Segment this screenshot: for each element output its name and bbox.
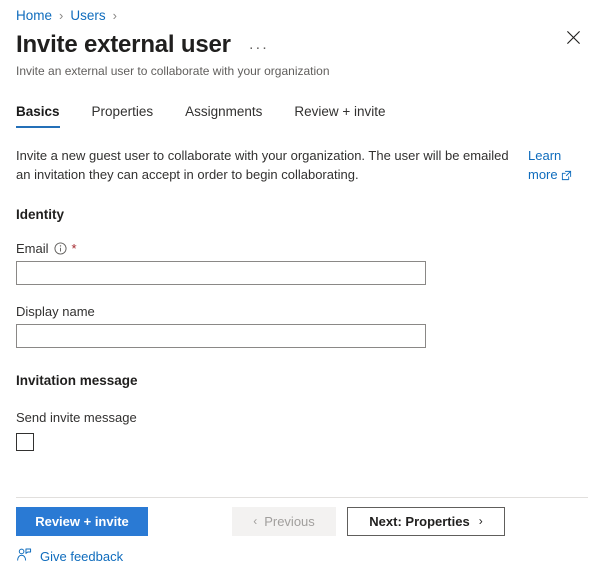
external-link-icon xyxy=(561,167,572,186)
close-icon xyxy=(566,30,580,44)
title-row: Invite external user ··· xyxy=(0,24,598,60)
learn-more-label: Learn more xyxy=(528,148,562,182)
more-options-ellipsis-icon[interactable]: ··· xyxy=(245,37,273,58)
tab-properties[interactable]: Properties xyxy=(92,104,154,128)
display-name-label: Display name xyxy=(16,304,95,319)
chevron-left-icon: ‹ xyxy=(253,514,258,528)
next-properties-button[interactable]: Next: Properties › xyxy=(347,506,505,536)
send-invite-message-label: Send invite message xyxy=(16,410,137,425)
section-heading-invitation-message: Invitation message xyxy=(16,373,138,388)
footer-action-bar: Review + invite ‹ Previous Next: Propert… xyxy=(0,505,598,566)
breadcrumb: Home › Users › xyxy=(0,0,598,24)
display-name-input[interactable] xyxy=(16,324,426,348)
email-input[interactable] xyxy=(16,261,426,285)
tab-bar: Basics Properties Assignments Review + i… xyxy=(0,98,598,128)
send-invite-message-checkbox[interactable] xyxy=(16,433,34,451)
field-email: Email * xyxy=(16,241,582,285)
close-button[interactable] xyxy=(556,20,590,54)
email-label: Email xyxy=(16,241,49,256)
footer-divider xyxy=(16,497,588,498)
display-name-label-row: Display name xyxy=(16,304,582,319)
tab-review-invite[interactable]: Review + invite xyxy=(294,104,385,128)
field-send-invite-message: Send invite message xyxy=(16,410,582,451)
tab-basics[interactable]: Basics xyxy=(16,104,60,128)
required-indicator: * xyxy=(71,241,77,256)
tab-assignments[interactable]: Assignments xyxy=(185,104,262,128)
next-button-label: Next: Properties xyxy=(369,513,470,529)
breadcrumb-separator: › xyxy=(59,7,64,23)
give-feedback-label: Give feedback xyxy=(40,549,124,564)
breadcrumb-item-home[interactable]: Home xyxy=(16,8,52,23)
intro-row: Invite a new guest user to collaborate w… xyxy=(16,146,582,186)
page-subtitle: Invite an external user to collaborate w… xyxy=(16,64,330,78)
previous-button[interactable]: ‹ Previous xyxy=(232,506,336,536)
footer-button-row: Review + invite ‹ Previous Next: Propert… xyxy=(16,505,598,537)
review-invite-button[interactable]: Review + invite xyxy=(16,506,148,536)
intro-description: Invite a new guest user to collaborate w… xyxy=(16,148,509,182)
breadcrumb-item-users[interactable]: Users xyxy=(70,8,105,23)
section-heading-identity: Identity xyxy=(16,207,65,222)
person-feedback-icon xyxy=(16,547,32,566)
chevron-right-icon: › xyxy=(478,514,483,528)
breadcrumb-separator: › xyxy=(112,7,117,23)
page-title: Invite external user xyxy=(16,31,231,58)
learn-more-link[interactable]: Learn more xyxy=(528,146,582,186)
form-content: Invite a new guest user to collaborate w… xyxy=(0,146,598,451)
give-feedback-link[interactable]: Give feedback xyxy=(16,547,148,566)
field-display-name: Display name xyxy=(16,304,582,348)
email-label-row: Email * xyxy=(16,241,582,256)
info-icon[interactable] xyxy=(53,242,67,255)
previous-button-label: Previous xyxy=(264,513,315,529)
